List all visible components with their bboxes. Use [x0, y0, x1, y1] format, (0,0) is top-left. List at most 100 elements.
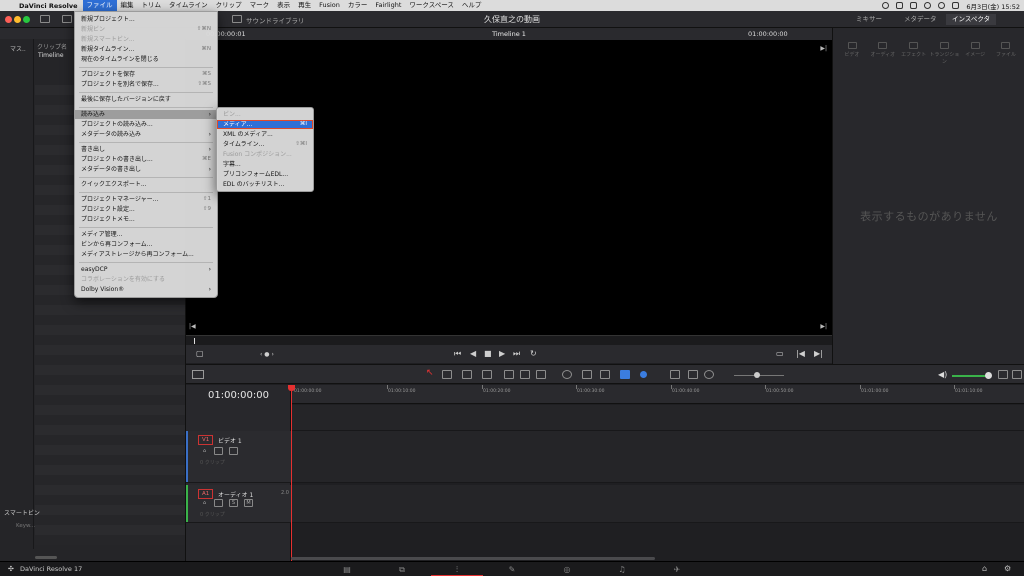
menu-item-import[interactable]: 読み込み ›: [75, 110, 217, 119]
link-icon[interactable]: [582, 370, 592, 379]
menu-item-project-notes[interactable]: プロジェクトメモ...: [75, 215, 217, 224]
wifi-icon[interactable]: [924, 2, 932, 9]
submenu-item-subtitles[interactable]: 字幕...: [217, 160, 313, 169]
insert-clip-icon[interactable]: [504, 370, 514, 379]
menu-item-new-bin[interactable]: 新規ビン ⇧⌘N: [75, 25, 217, 34]
menu-item-new-project[interactable]: 新規プロジェクト...: [75, 15, 217, 24]
full-zoom-icon[interactable]: [670, 370, 680, 379]
keywords-bin[interactable]: Keyw...: [16, 523, 35, 529]
menu-item-project-manager[interactable]: プロジェクトマネージャー... ⇧1: [75, 195, 217, 204]
app-menu[interactable]: DaVinci Resolve: [14, 2, 83, 10]
timeline-ruler[interactable]: 01:00:00:00 01:00:10:00 01:00:20:00 01:0…: [291, 385, 1024, 404]
play-reverse-icon[interactable]: ◀: [470, 349, 476, 358]
menu-item-export-metadata[interactable]: メタデータの書き出し ›: [75, 165, 217, 174]
timeline-options-icon[interactable]: [1012, 370, 1022, 379]
prev-edit-icon[interactable]: |◀: [796, 349, 805, 358]
menu-item-project-settings[interactable]: プロジェクト設定... ⇧9: [75, 205, 217, 214]
menu-item-easydcp[interactable]: easyDCP ›: [75, 265, 217, 274]
menu-item-export[interactable]: 書き出し ›: [75, 145, 217, 154]
menu-item-export-project[interactable]: プロジェクトの書き出し... ⌘E: [75, 155, 217, 164]
clip-name-header[interactable]: クリップ名: [37, 42, 67, 51]
menu-item-quick-export[interactable]: クイックエクスポート...: [75, 180, 217, 189]
timeline-view-options-icon[interactable]: [192, 370, 204, 379]
solo-button[interactable]: S: [229, 499, 238, 507]
go-to-start-icon[interactable]: ⏮: [454, 349, 461, 359]
menu-item-import-project[interactable]: プロジェクトの読み込み...: [75, 120, 217, 129]
menu-fusion[interactable]: Fusion: [315, 0, 344, 11]
track-name-v1[interactable]: ビデオ 1: [218, 436, 242, 445]
menu-fairlight[interactable]: Fairlight: [371, 0, 405, 11]
menu-item-close-timeline[interactable]: 現在のタイムラインを閉じる: [75, 55, 217, 64]
media-pool-scrollbar[interactable]: [35, 556, 57, 559]
menu-item-media-management[interactable]: メディア管理...: [75, 230, 217, 239]
lock-icon[interactable]: [600, 370, 610, 379]
viewer-scrub-bar[interactable]: [186, 335, 832, 345]
settings-gear-icon[interactable]: ⚙: [1004, 564, 1011, 573]
menu-item-save-project[interactable]: プロジェクトを保存 ⌘S: [75, 70, 217, 79]
clock[interactable]: 6月3日(金) 15:52: [966, 1, 1020, 11]
volume-slider[interactable]: [952, 375, 988, 377]
replace-clip-icon[interactable]: [536, 370, 546, 379]
video-track-lane[interactable]: [291, 431, 1024, 483]
submenu-item-xml-media[interactable]: XML のメディア...: [217, 130, 313, 139]
scrub-playhead[interactable]: [194, 338, 195, 344]
submenu-item-edl-batch-list[interactable]: EDL のバッチリスト...: [217, 180, 313, 189]
trim-tool-icon[interactable]: [442, 370, 452, 379]
marker-icon[interactable]: [640, 371, 647, 378]
mute-button[interactable]: M: [244, 499, 253, 507]
dynamic-trim-icon[interactable]: [462, 370, 472, 379]
custom-zoom-icon[interactable]: [704, 370, 714, 379]
menu-workspace[interactable]: ワークスペース: [405, 0, 458, 11]
inspector-tab-file[interactable]: ファイル: [991, 42, 1021, 65]
detail-zoom-icon[interactable]: [688, 370, 698, 379]
speaker-icon[interactable]: ◀): [938, 370, 947, 379]
inspector-tab-effects[interactable]: エフェクト: [899, 42, 929, 65]
page-cut[interactable]: ⧉: [376, 562, 428, 576]
tab-metadata[interactable]: メタデータ: [898, 14, 943, 25]
display-icon[interactable]: [896, 2, 904, 9]
menu-timeline[interactable]: タイムライン: [165, 0, 212, 11]
lock-track-icon[interactable]: ⌂: [200, 448, 209, 456]
overwrite-clip-icon[interactable]: [520, 370, 530, 379]
timeline-clip-item[interactable]: Timeline: [38, 52, 64, 59]
clip-nav-icon[interactable]: ‹ ● ›: [260, 351, 274, 358]
smart-bins-label[interactable]: スマートビン: [4, 508, 40, 517]
menu-item-reconform-bins[interactable]: ビンから再コンフォーム...: [75, 240, 217, 249]
timeline-scrollbar[interactable]: [291, 557, 655, 560]
battery-icon[interactable]: [910, 2, 918, 9]
page-fusion[interactable]: ✎: [486, 562, 538, 576]
inspector-tab-video[interactable]: ビデオ: [837, 42, 867, 65]
audio-track-lane[interactable]: [291, 485, 1024, 523]
lock-audio-track-icon[interactable]: ⌂: [200, 500, 209, 508]
menu-item-new-timeline[interactable]: 新規タイムライン... ⌘N: [75, 45, 217, 54]
submenu-item-media[interactable]: メディア... ⌘I: [217, 120, 313, 129]
page-edit[interactable]: ⫶: [431, 562, 483, 576]
page-color[interactable]: ◎: [541, 562, 593, 576]
menu-item-collaboration[interactable]: コラボレーションを有効にする: [75, 275, 217, 284]
menu-item-revert[interactable]: 最後に保存したバージョンに戻す: [75, 95, 217, 104]
tab-mixer[interactable]: ミキサー: [850, 14, 888, 25]
zoom-slider-knob[interactable]: [754, 372, 760, 378]
submenu-item-preconform-edl[interactable]: プリコンフォームEDL...: [217, 170, 313, 179]
submenu-item-timeline[interactable]: タイムライン... ⇧⌘I: [217, 140, 313, 149]
master-bin[interactable]: マス..: [10, 44, 26, 53]
go-to-end-icon[interactable]: ⏭: [513, 349, 520, 359]
menu-mark[interactable]: マーク: [246, 0, 274, 11]
volume-slider-knob[interactable]: [985, 372, 992, 379]
menu-item-reconform-storage[interactable]: メディアストレージから再コンフォーム...: [75, 250, 217, 259]
inspector-tab-audio[interactable]: オーディオ: [868, 42, 898, 65]
home-icon[interactable]: ⌂: [982, 564, 987, 573]
track-header-v1[interactable]: V1 ビデオ 1 ⌂ 0 クリップ: [186, 431, 291, 483]
tab-inspector[interactable]: インスペクタ: [946, 14, 997, 25]
page-deliver[interactable]: ✈: [651, 562, 703, 576]
menu-item-dolby-vision[interactable]: Dolby Vision® ›: [75, 285, 217, 294]
timeline-name-dropdown[interactable]: Timeline 1: [186, 30, 832, 38]
match-frame-icon[interactable]: ▭: [776, 349, 784, 358]
menu-edit[interactable]: 編集: [117, 0, 138, 11]
next-edit-icon[interactable]: ▶|: [814, 349, 823, 358]
audio-meter-icon[interactable]: [998, 370, 1008, 379]
timeline-timecode[interactable]: 01:00:00:00: [186, 390, 291, 401]
inspector-tab-image[interactable]: イメージ: [960, 42, 990, 65]
track-id-v1[interactable]: V1: [198, 435, 214, 445]
timeline-area[interactable]: 01:00:00:00 01:00:10:00 01:00:20:00 01:0…: [291, 385, 1024, 561]
